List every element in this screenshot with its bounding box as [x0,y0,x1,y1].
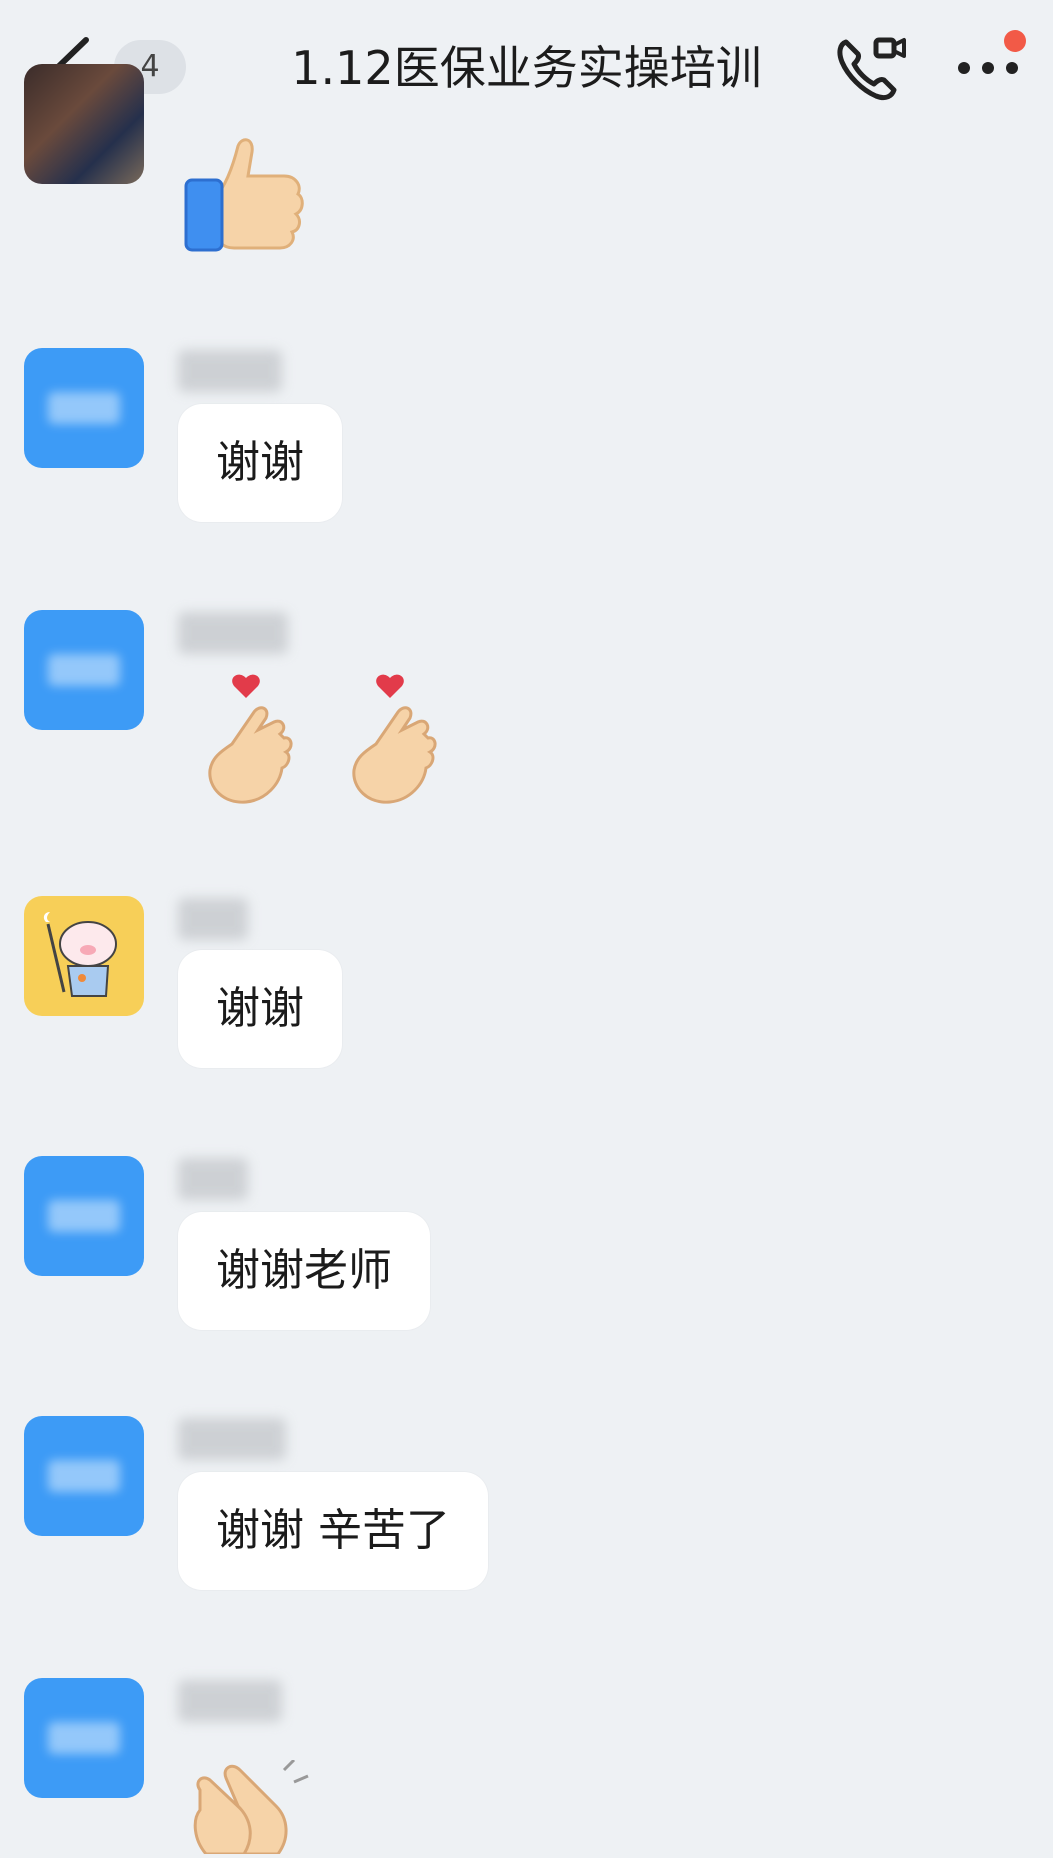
sender-name [178,1158,248,1200]
avatar[interactable] [24,610,144,730]
avatar[interactable] [24,1156,144,1276]
clapping-hands-emoji[interactable] [186,1758,316,1858]
phone-video-icon [837,37,906,101]
avatar[interactable] [24,348,144,468]
finger-heart-emoji[interactable] [348,672,448,816]
sender-name [178,1418,286,1460]
avatar[interactable] [24,64,144,184]
thumbs-up-emoji[interactable] [180,136,310,258]
sender-name [178,350,282,392]
avatar[interactable] [24,896,144,1016]
avatar[interactable] [24,1416,144,1536]
message-bubble[interactable]: 谢谢 辛苦了 [178,1472,488,1590]
sender-name [178,1680,282,1722]
avatar[interactable] [24,1678,144,1798]
sender-name [178,898,248,940]
chat-header: 4 1.12医保业务实操培训 [0,0,1053,140]
call-button[interactable] [832,30,908,106]
message-bubble[interactable]: 谢谢 [178,404,342,522]
sender-name [178,612,288,654]
finger-heart-emoji[interactable] [204,672,304,816]
chat-title: 1.12医保业务实操培训 [291,41,762,95]
message-bubble[interactable]: 谢谢老师 [178,1212,430,1330]
message-bubble[interactable]: 谢谢 [178,950,342,1068]
notification-dot [1004,30,1026,52]
